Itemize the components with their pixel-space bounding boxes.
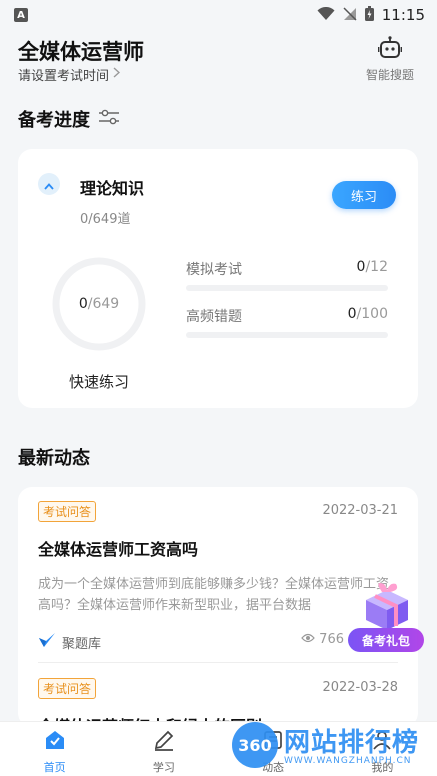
- news-divider: [38, 662, 398, 663]
- tab-home[interactable]: 首页: [0, 722, 109, 776]
- tab-label: 动态: [262, 761, 285, 774]
- news-item[interactable]: 考试问答 2022-03-21 全媒体运营师工资高吗 成为一个全媒体运营师到底能…: [38, 501, 398, 652]
- news-title: 全媒体运营师工资高吗: [38, 540, 199, 559]
- tab-label: 我的: [371, 761, 394, 774]
- news-date: 2022-03-28: [322, 680, 398, 695]
- stat-total: /12: [365, 259, 388, 275]
- chevron-up-icon: [44, 175, 54, 194]
- stat-total: /100: [356, 306, 388, 322]
- ring-total: /649: [87, 296, 120, 312]
- subject-title: 理论知识: [80, 179, 145, 198]
- tab-news[interactable]: 动态: [219, 722, 328, 776]
- chevron-right-icon: [113, 67, 121, 82]
- page-title[interactable]: 全媒体运营师: [18, 36, 418, 66]
- stat-value: 0/12: [357, 259, 388, 275]
- news-section-title: 最新动态: [18, 448, 90, 469]
- stat-progress-bar: [186, 332, 388, 338]
- stat-value: 0/100: [348, 306, 388, 322]
- news-tag: 考试问答: [38, 678, 97, 699]
- news-icon: [261, 728, 285, 756]
- tab-study[interactable]: 学习: [109, 722, 218, 776]
- progress-card: 理论知识 0/649道 练习 0/649 快速练习 模拟考试 0/12 高频错题…: [18, 149, 418, 408]
- set-exam-time-link[interactable]: 请设置考试时间: [18, 65, 121, 84]
- news-summary: 成为一个全媒体运营师到底能够赚多少钱？全媒体运营师工资高吗？全媒体运营师作来新型…: [38, 577, 390, 613]
- quick-practice-ring[interactable]: 0/649: [51, 256, 147, 352]
- news-views: 766: [301, 632, 344, 647]
- gift-box-icon: [360, 580, 414, 634]
- user-icon: [370, 728, 394, 756]
- stat-done: 0: [347, 306, 357, 322]
- set-exam-time-label: 请设置考试时间: [18, 69, 110, 84]
- pen-icon: [152, 728, 176, 756]
- tab-label: 学习: [152, 761, 175, 774]
- quick-practice-label[interactable]: 快速练习: [51, 371, 147, 392]
- news-date: 2022-03-21: [322, 503, 398, 518]
- no-signal-icon: [343, 6, 357, 25]
- wifi-icon: [317, 6, 335, 25]
- robot-icon: [377, 36, 403, 64]
- collapse-button[interactable]: [38, 173, 60, 195]
- ring-count: 0/649: [51, 256, 147, 352]
- home-icon: [43, 728, 67, 756]
- app-notification-icon: A: [14, 8, 28, 22]
- bottom-tab-bar: 首页 学习 动态 我的: [0, 721, 437, 776]
- stat-frequent-errors[interactable]: 高频错题 0/100: [186, 306, 388, 338]
- news-tag: 考试问答: [38, 501, 97, 522]
- source-logo-icon: [38, 632, 56, 652]
- news-source: 聚题库: [62, 636, 102, 652]
- news-meta: 聚题库 766: [38, 632, 398, 652]
- practice-button[interactable]: 练习: [332, 181, 396, 209]
- progress-title-text: 备考进度: [18, 110, 90, 131]
- eye-icon: [301, 632, 315, 647]
- settings-sliders-icon[interactable]: [98, 109, 120, 130]
- news-item[interactable]: 考试问答 2022-03-28 全媒体运营师红本和绿本的区别: [38, 678, 398, 727]
- tab-label: 首页: [43, 761, 66, 774]
- news-views-count: 766: [319, 632, 344, 647]
- subject-count: 0/649道: [80, 212, 131, 227]
- tab-profile[interactable]: 我的: [328, 722, 437, 776]
- progress-section-title: 备考进度: [18, 106, 120, 132]
- gift-package-button[interactable]: 备考礼包: [348, 580, 426, 652]
- ai-search-label: 智能搜题: [365, 68, 414, 82]
- stat-progress-bar: [186, 285, 388, 291]
- gift-label: 备考礼包: [348, 628, 424, 652]
- ring-done: 0: [78, 296, 88, 312]
- status-bar: A 11:15: [0, 0, 437, 30]
- stat-mock-exam[interactable]: 模拟考试 0/12: [186, 259, 388, 291]
- status-time: 11:15: [381, 6, 425, 24]
- battery-icon: [364, 5, 374, 25]
- header: 全媒体运营师 请设置考试时间 智能搜题: [18, 36, 418, 86]
- ai-search-button[interactable]: 智能搜题: [362, 36, 418, 83]
